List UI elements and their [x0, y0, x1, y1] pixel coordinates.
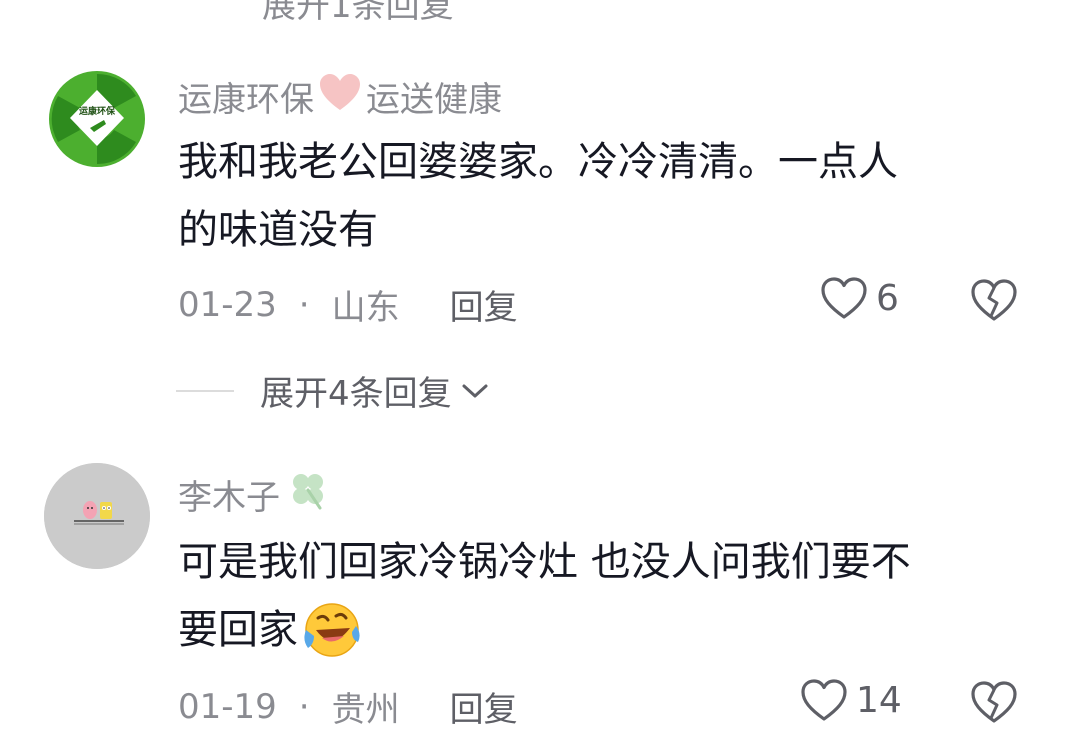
- avatar[interactable]: 运康环保: [44, 66, 150, 172]
- comment-line: 可是我们回家冷锅冷灶 也没人问我们要不: [178, 539, 911, 585]
- dislike-button[interactable]: [970, 278, 1018, 322]
- divider-line: [176, 389, 234, 392]
- comment-line-with-emoji: 要回家: [178, 596, 911, 664]
- heart-emoji-icon: [318, 72, 362, 121]
- comment-username[interactable]: 李木子: [178, 468, 330, 521]
- comment-location: 山东: [331, 288, 400, 328]
- comment-line: 我和我老公回婆婆家。冷冷清清。一点人: [178, 139, 898, 185]
- avatar[interactable]: [44, 463, 150, 569]
- username-text: 李木子: [178, 478, 280, 518]
- like-button[interactable]: 14: [800, 678, 902, 722]
- meta-separator: ·: [298, 686, 310, 727]
- expand-replies-label: 展开4条回复: [260, 374, 452, 414]
- heart-outline-icon: [821, 277, 867, 319]
- broken-heart-icon: [971, 279, 1017, 321]
- broken-heart-icon: [971, 681, 1017, 723]
- comment-date: 01-19: [178, 686, 277, 727]
- dislike-button[interactable]: [970, 680, 1018, 724]
- like-count: 14: [856, 679, 902, 721]
- comment-date: 01-23: [178, 284, 277, 325]
- reply-button[interactable]: 回复: [450, 682, 518, 731]
- username-part-2: 运送健康: [366, 80, 502, 120]
- cartoon-avatar-icon: [44, 463, 150, 569]
- like-count: 6: [876, 277, 899, 319]
- comment-meta: 01-23 · 山东 回复: [178, 280, 518, 329]
- expand-replies-partial[interactable]: 展开1条回复: [262, 0, 454, 27]
- comment-line: 要回家: [178, 607, 298, 653]
- clover-emoji-icon: [286, 468, 330, 521]
- comment-text: 可是我们回家冷锅冷灶 也没人问我们要不 要回家: [178, 528, 911, 664]
- comment-line: 的味道没有: [178, 207, 378, 253]
- logo-text: 运康环保: [79, 105, 116, 117]
- eco-logo-icon: 运康环保: [44, 66, 150, 172]
- comment-username[interactable]: 运康环保 运送健康: [178, 72, 502, 121]
- reply-button[interactable]: 回复: [450, 280, 518, 329]
- chevron-down-icon: [462, 384, 488, 397]
- comment-location: 贵州: [331, 690, 400, 730]
- expand-replies-button[interactable]: 展开4条回复: [176, 366, 490, 415]
- heart-outline-icon: [801, 679, 847, 721]
- laughing-crying-emoji-icon: [304, 603, 360, 657]
- meta-separator: ·: [298, 284, 310, 325]
- comment-text: 我和我老公回婆婆家。冷冷清清。一点人 的味道没有: [178, 128, 898, 264]
- like-button[interactable]: 6: [820, 276, 899, 320]
- comment-meta: 01-19 · 贵州 回复: [178, 682, 518, 731]
- username-part-1: 运康环保: [178, 80, 314, 120]
